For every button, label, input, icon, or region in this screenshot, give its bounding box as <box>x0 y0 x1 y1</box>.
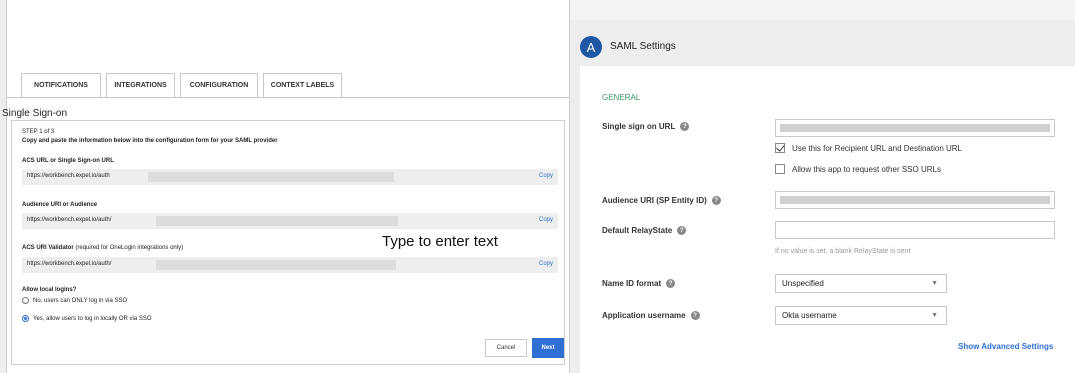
show-advanced-settings-link[interactable]: Show Advanced Settings <box>958 342 1053 351</box>
app-username-value: Okta username <box>782 311 837 320</box>
tab-context-labels[interactable]: CONTEXT LABELS <box>263 73 342 97</box>
help-icon[interactable]: ? <box>690 311 700 320</box>
help-icon[interactable]: ? <box>677 226 687 235</box>
acs-validator-title: ACS URI Validator <box>22 245 74 251</box>
tab-notifications[interactable]: NOTIFICATIONS <box>21 73 101 97</box>
other-sso-checkbox[interactable] <box>775 164 785 174</box>
radio-button-selected[interactable] <box>22 315 29 322</box>
relaystate-input[interactable] <box>775 221 1055 239</box>
tab-bar: NOTIFICATIONS INTEGRATIONS CONFIGURATION… <box>21 73 347 97</box>
acs-validator-value: https://workbench.expel.io/auth/ <box>27 261 112 267</box>
allow-local-logins-label: Allow local logins? <box>22 287 77 293</box>
audience-uri-label: Audience URI (SP Entity ID) ? <box>602 196 721 205</box>
redacted-block <box>156 260 396 270</box>
instructions-text: Copy and paste the information below int… <box>22 138 278 144</box>
app-username-label-text: Application username <box>602 311 686 320</box>
recipient-url-checkbox[interactable] <box>775 143 785 153</box>
name-id-format-select[interactable]: Unspecified ▼ <box>775 274 947 293</box>
tab-integrations[interactable]: INTEGRATIONS <box>106 73 175 97</box>
page-title: Single Sign-on <box>2 108 68 119</box>
tab-divider <box>7 97 569 98</box>
audience-uri-copy-button[interactable]: Copy <box>539 217 553 223</box>
audience-uri-label: Audience URI or Audience <box>22 202 98 208</box>
audience-uri-field: https://workbench.expel.io/auth/ Copy <box>22 213 558 229</box>
radio-button[interactable] <box>22 297 29 304</box>
audience-uri-value: https://workbench.expel.io/auth/ <box>27 217 112 223</box>
radio-local-or-sso-label: Yes, allow users to log in locally OR vi… <box>33 315 152 322</box>
tab-configuration[interactable]: CONFIGURATION <box>180 73 258 97</box>
audience-uri-input[interactable] <box>775 191 1055 209</box>
app-username-select[interactable]: Okta username ▼ <box>775 306 947 325</box>
acs-url-field: https://workbench.expel.io/auth Copy <box>22 169 558 185</box>
redacted-block <box>148 172 394 182</box>
saml-settings-panel: GENERAL Single sign on URL ? Use this fo… <box>580 66 1075 373</box>
radio-sso-only[interactable]: No, users can ONLY log in via SSO <box>22 297 127 304</box>
sso-url-input[interactable] <box>775 119 1055 137</box>
radio-sso-only-label: No, users can ONLY log in via SSO <box>33 297 128 304</box>
redacted-block <box>780 124 1050 132</box>
saml-settings-title: SAML Settings <box>610 41 676 52</box>
acs-validator-copy-button[interactable]: Copy <box>539 261 553 267</box>
help-icon[interactable]: ? <box>711 196 721 205</box>
acs-validator-label: ACS URI Validator (required for OneLogin… <box>22 245 183 251</box>
next-button[interactable]: Next <box>532 338 564 358</box>
redacted-block <box>156 216 398 226</box>
acs-url-label: ACS URL or Single Sign-on URL <box>22 158 114 164</box>
other-sso-checkbox-label: Allow this app to request other SSO URLs <box>792 164 941 174</box>
audience-uri-label-text: Audience URI (SP Entity ID) <box>602 196 707 205</box>
recipient-url-checkbox-label: Use this for Recipient URL and Destinati… <box>792 143 963 153</box>
sso-config-panel: NOTIFICATIONS INTEGRATIONS CONFIGURATION… <box>2 0 570 373</box>
name-id-format-label: Name ID format ? <box>602 279 676 288</box>
relaystate-label-text: Default RelayState <box>602 226 673 235</box>
text-entry-overlay[interactable]: Type to enter text <box>382 233 498 250</box>
sso-url-label: Single sign on URL ? <box>602 122 690 131</box>
chevron-down-icon: ▼ <box>931 312 938 319</box>
name-id-format-value: Unspecified <box>782 279 824 288</box>
redacted-block <box>780 196 1050 204</box>
relaystate-label: Default RelayState ? <box>602 226 687 235</box>
acs-url-copy-button[interactable]: Copy <box>539 173 553 179</box>
name-id-format-label-text: Name ID format <box>602 279 662 288</box>
acs-validator-field: https://workbench.expel.io/auth/ Copy <box>22 257 558 273</box>
app-username-label: Application username ? <box>602 311 700 320</box>
radio-local-or-sso[interactable]: Yes, allow users to log in locally OR vi… <box>22 315 152 322</box>
other-sso-checkbox-row[interactable]: Allow this app to request other SSO URLs <box>775 164 941 174</box>
step-indicator: STEP 1 of 3 <box>22 129 55 135</box>
acs-url-value: https://workbench.expel.io/auth <box>27 173 110 179</box>
chevron-down-icon: ▼ <box>931 280 938 287</box>
help-icon[interactable]: ? <box>666 279 676 288</box>
acs-validator-note: (required for OneLogin integrations only… <box>75 245 184 251</box>
relaystate-hint: If no value is set, a blank RelayState i… <box>775 248 911 255</box>
general-section-header: GENERAL <box>602 93 641 102</box>
recipient-url-checkbox-row[interactable]: Use this for Recipient URL and Destinati… <box>775 143 962 153</box>
sso-url-label-text: Single sign on URL <box>602 122 676 131</box>
help-icon[interactable]: ? <box>680 122 690 131</box>
cancel-button[interactable]: Cancel <box>485 339 527 357</box>
app-letter-icon: A <box>580 36 602 58</box>
